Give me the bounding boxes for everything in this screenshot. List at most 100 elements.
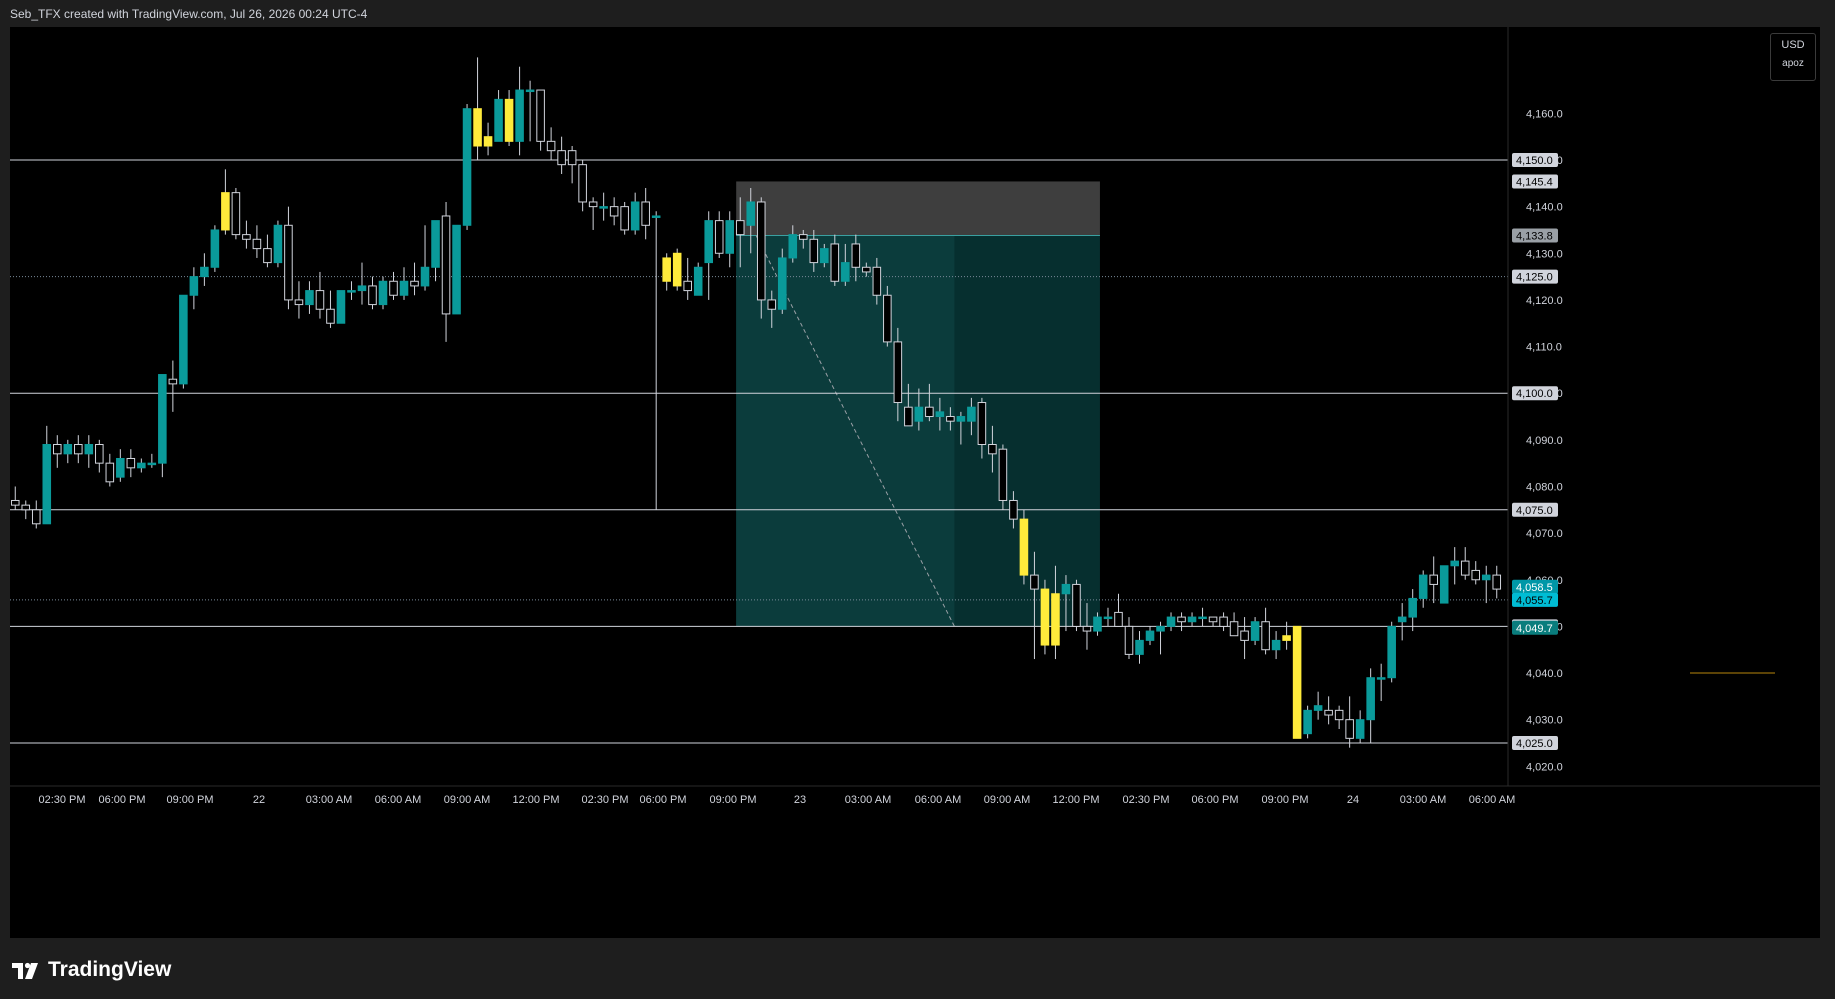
candle-body xyxy=(431,220,440,268)
candle-body xyxy=(1135,639,1144,655)
candle-body xyxy=(347,290,356,293)
candle-body xyxy=(904,406,913,427)
candle-body xyxy=(452,224,461,315)
candle-body xyxy=(10,499,20,506)
candle-body xyxy=(210,229,220,268)
candle-body xyxy=(473,108,482,147)
candle-body xyxy=(399,280,409,296)
candle-body xyxy=(1418,574,1428,599)
candle-body xyxy=(714,220,724,254)
time-tick-label: 03:00 AM xyxy=(1400,794,1446,806)
candle-body xyxy=(1408,597,1417,618)
candle-body xyxy=(893,341,903,404)
candle-body xyxy=(998,448,1008,501)
time-tick-label: 03:00 AM xyxy=(306,794,352,806)
stop-loss-zone xyxy=(736,181,1100,236)
candle-body xyxy=(725,220,735,254)
price-tick-label: 4,020.0 xyxy=(1526,761,1563,773)
candle-body xyxy=(767,299,777,310)
candle-body xyxy=(788,234,798,259)
chart-panel[interactable]: 4,020.04,030.04,040.04,050.04,060.04,070… xyxy=(10,27,1820,938)
candle-body xyxy=(809,238,819,264)
candle-body xyxy=(883,294,892,343)
price-tag-label: 4,150.0 xyxy=(1516,155,1553,167)
candle-body xyxy=(1114,611,1123,627)
candle-body xyxy=(189,276,199,296)
price-tick-label: 4,120.0 xyxy=(1526,295,1563,307)
price-tag-label: 4,055.7 xyxy=(1516,595,1553,607)
candle-body xyxy=(378,280,388,306)
tradingview-logo-icon xyxy=(12,959,42,981)
candle-body xyxy=(231,192,241,236)
candle-body xyxy=(557,150,566,166)
candle-body xyxy=(1271,639,1281,651)
candle-body xyxy=(1156,625,1165,632)
candle-body xyxy=(410,280,419,287)
candle-body xyxy=(599,206,608,209)
candle-body xyxy=(1429,574,1438,585)
candle-body xyxy=(914,406,924,422)
candle-body xyxy=(221,192,230,231)
candle-body xyxy=(988,444,997,455)
candle-body xyxy=(1072,583,1081,627)
candle-body xyxy=(830,243,840,282)
candle-body xyxy=(1481,574,1491,581)
candle-body xyxy=(483,136,493,147)
candle-body xyxy=(578,164,587,203)
time-tick-label: 06:00 PM xyxy=(1191,794,1238,806)
tradingview-logo[interactable]: TradingView xyxy=(12,957,171,983)
candle-body xyxy=(31,509,41,525)
time-tick-label: 02:30 PM xyxy=(581,794,628,806)
candle-body xyxy=(588,201,598,208)
candle-body xyxy=(1439,565,1449,604)
candle-body xyxy=(1187,616,1197,623)
candle-body xyxy=(389,280,398,296)
currency-selector[interactable]: USD apoz xyxy=(1770,33,1816,81)
candle-body xyxy=(1450,560,1460,567)
candle-body xyxy=(1376,677,1386,680)
candle-body xyxy=(74,444,83,455)
candle-body xyxy=(1009,499,1018,520)
price-tick-label: 4,130.0 xyxy=(1526,248,1563,260)
candle-body xyxy=(777,257,787,310)
candle-body xyxy=(158,374,167,464)
candle-body xyxy=(1103,616,1113,620)
price-tick-label: 4,040.0 xyxy=(1526,668,1563,680)
candle-body xyxy=(116,457,125,478)
target-zone-progress xyxy=(736,235,955,627)
time-tick-label: 03:00 AM xyxy=(845,794,891,806)
candle-body xyxy=(273,224,283,264)
candle-body xyxy=(179,294,188,385)
candle-body xyxy=(630,201,640,231)
candle-body xyxy=(1492,574,1502,590)
time-tick-label: 06:00 AM xyxy=(915,794,961,806)
candle-body xyxy=(620,206,629,231)
time-tick-label: 09:00 AM xyxy=(444,794,490,806)
candle-body xyxy=(672,252,682,287)
candle-body xyxy=(1208,616,1218,623)
candle-body xyxy=(52,444,62,455)
candle-body xyxy=(1387,625,1396,679)
candle-body xyxy=(872,266,882,296)
currency-label: USD xyxy=(1781,39,1805,51)
candle-body xyxy=(1250,621,1260,641)
time-tick-label: 09:00 AM xyxy=(984,794,1030,806)
price-tick-label: 4,030.0 xyxy=(1526,715,1563,727)
price-tag-label: 4,100.0 xyxy=(1516,388,1553,400)
candle-body xyxy=(200,266,209,278)
price-tag-label: 4,049.7 xyxy=(1516,623,1553,635)
candle-body xyxy=(105,462,115,483)
candle-body xyxy=(1082,625,1092,632)
price-tick-label: 4,160.0 xyxy=(1526,108,1563,120)
price-tick-label: 4,080.0 xyxy=(1526,481,1563,493)
price-chart[interactable]: 4,020.04,030.04,040.04,050.04,060.04,070… xyxy=(10,27,1820,938)
candle-body xyxy=(1292,625,1302,739)
candle-body xyxy=(420,266,430,287)
candle-body xyxy=(536,89,545,142)
price-tick-label: 4,110.0 xyxy=(1526,342,1562,354)
candle-body xyxy=(1030,574,1039,590)
time-tick-label: 23 xyxy=(794,794,806,806)
candle-body xyxy=(1145,630,1155,641)
candle-body xyxy=(84,444,94,455)
candle-body xyxy=(1303,709,1312,735)
